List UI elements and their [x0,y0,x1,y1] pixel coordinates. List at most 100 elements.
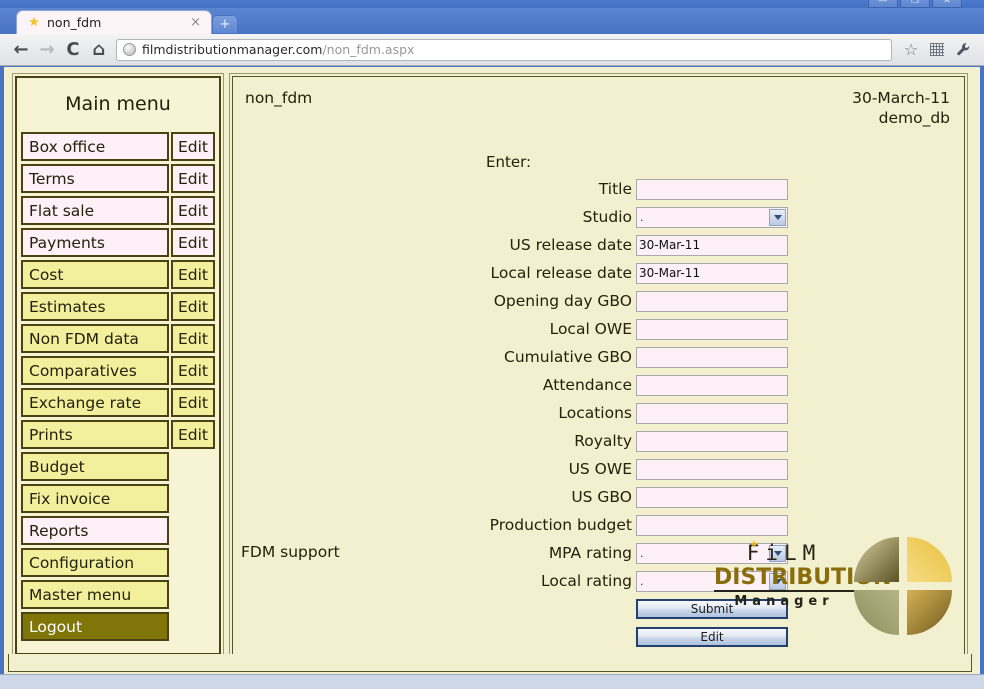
form-row: US OWE [233,455,964,483]
edit-button-flat-sale[interactable]: Edit [171,196,215,225]
page-bottom-frame [8,654,972,672]
input-royalty[interactable] [636,431,788,452]
label-local-rating: Local rating [233,572,636,590]
label-title: Title [233,180,636,198]
close-icon: ✕ [943,0,951,5]
star-favicon-icon: ★ [27,16,41,30]
sidebar-item-logout[interactable]: Logout [21,612,169,641]
sidebar-row: Box officeEdit [21,132,215,161]
label-opening-day-gbo: Opening day GBO [233,292,636,310]
globe-icon [123,43,136,56]
browser-statusbar [0,674,984,689]
edit-button-prints[interactable]: Edit [171,420,215,449]
edit-button-estimates[interactable]: Edit [171,292,215,321]
input-opening-day-gbo[interactable] [636,291,788,312]
edit-button-cost[interactable]: Edit [171,260,215,289]
form-row: Studio. [233,203,964,231]
sidebar-item-configuration[interactable]: Configuration [21,548,169,577]
sidebar-item-budget[interactable]: Budget [21,452,169,481]
label-royalty: Royalty [233,432,636,450]
input-local-owe[interactable] [636,319,788,340]
sidebar-item-prints[interactable]: Prints [21,420,169,449]
form-row: Cumulative GBO [233,343,964,371]
logo-film-text: ★ FiLM [714,541,854,565]
maximize-button[interactable]: ❐ [900,0,930,8]
select-value-local-rating: . [640,575,644,588]
input-cumulative-gbo[interactable] [636,347,788,368]
content-panel: non_fdm 30-March-11 demo_db Enter: Title… [229,73,968,658]
edit-button-payments[interactable]: Edit [171,228,215,257]
edit-button-box-office[interactable]: Edit [171,132,215,161]
label-attendance: Attendance [233,376,636,394]
edit-button-comparatives[interactable]: Edit [171,356,215,385]
sidebar-row: Master menu [21,580,215,609]
sidebar-item-non-fdm-data[interactable]: Non FDM data [21,324,169,353]
sidebar-item-comparatives[interactable]: Comparatives [21,356,169,385]
minimize-icon: — [879,0,888,5]
form-row: Royalty [233,427,964,455]
tab-title: non_fdm [47,15,186,30]
logo-manager-label: Manager [714,592,854,611]
address-bar[interactable]: filmdistributionmanager.com/non_fdm.aspx [116,39,892,61]
browser-tab-non-fdm[interactable]: ★ non_fdm × [16,10,212,34]
sidebar-item-reports[interactable]: Reports [21,516,169,545]
label-studio: Studio [233,208,636,226]
forward-button[interactable]: → [34,38,60,62]
sidebar-item-box-office[interactable]: Box office [21,132,169,161]
home-button[interactable]: ⌂ [86,38,112,62]
label-locations: Locations [233,404,636,422]
edit-button-non-fdm-data[interactable]: Edit [171,324,215,353]
sidebar-item-exchange-rate[interactable]: Exchange rate [21,388,169,417]
sidebar-row: Flat saleEdit [21,196,215,225]
input-production-budget[interactable] [636,515,788,536]
sidebar-item-terms[interactable]: Terms [21,164,169,193]
label-us-gbo: US GBO [233,488,636,506]
logo-distribution-label: DISTRIBUTION [714,565,854,592]
tab-close-icon[interactable]: × [186,16,205,29]
new-tab-button[interactable]: + [212,15,238,34]
enter-heading: Enter: [233,153,964,171]
input-title[interactable] [636,179,788,200]
input-attendance[interactable] [636,375,788,396]
sidebar-item-estimates[interactable]: Estimates [21,292,169,321]
sidebar-item-flat-sale[interactable]: Flat sale [21,196,169,225]
sidebar-item-master-menu[interactable]: Master menu [21,580,169,609]
edit-button-terms[interactable]: Edit [171,164,215,193]
select-studio[interactable]: . [636,207,788,228]
form-row: US GBO [233,483,964,511]
window-controls: — ❐ ✕ [868,0,962,8]
chevron-down-icon[interactable] [769,209,786,226]
fdm-support-label: FDM support [241,543,340,561]
form-row: US release date [233,231,964,259]
sidebar-item-payments[interactable]: Payments [21,228,169,257]
sidebar-item-cost[interactable]: Cost [21,260,169,289]
input-local-release-date[interactable] [636,263,788,284]
window-titlebar: — ❐ ✕ [0,0,984,8]
wrench-icon-svg [956,42,971,57]
label-local-release-date: Local release date [233,264,636,282]
wrench-settings-icon[interactable] [950,38,976,62]
bookmark-star-icon[interactable]: ☆ [898,38,924,62]
input-us-owe[interactable] [636,459,788,480]
header-meta: 30-March-11 demo_db [852,88,950,128]
logo-star-icon: ★ [750,532,764,556]
input-us-release-date[interactable] [636,235,788,256]
sidebar-row: Configuration [21,548,215,577]
minimize-button[interactable]: — [868,0,898,8]
sidebar-item-fix-invoice[interactable]: Fix invoice [21,484,169,513]
back-button[interactable]: ← [8,38,34,62]
url-text: filmdistributionmanager.com/non_fdm.aspx [142,42,414,57]
reload-button[interactable]: C [60,38,86,62]
close-button[interactable]: ✕ [932,0,962,8]
label-production-budget: Production budget [233,516,636,534]
form-row: Local OWE [233,315,964,343]
logo-circle-icon [854,537,952,635]
sidebar-row: ComparativesEdit [21,356,215,385]
form-row: Local release date [233,259,964,287]
sidebar-row: Fix invoice [21,484,215,513]
edit-button-exchange-rate[interactable]: Edit [171,388,215,417]
input-us-gbo[interactable] [636,487,788,508]
select-value-mpa-rating: . [640,547,644,560]
input-locations[interactable] [636,403,788,424]
apps-grid-icon[interactable] [924,38,950,62]
